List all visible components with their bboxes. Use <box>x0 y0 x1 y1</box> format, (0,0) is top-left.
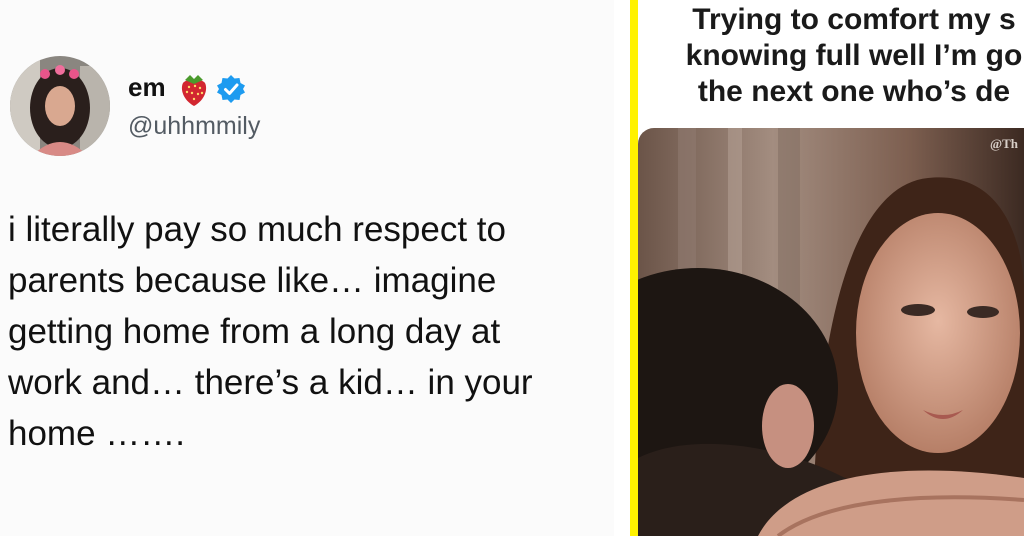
meme-watermark: @Th <box>990 136 1018 151</box>
meme-caption: Trying to comfort my s knowing full well… <box>685 3 1023 108</box>
strawberry-icon <box>178 70 210 108</box>
avatar[interactable] <box>10 56 110 156</box>
display-name[interactable]: em <box>128 72 166 103</box>
panel-divider <box>614 0 630 536</box>
user-handle[interactable]: @uhhmmily <box>128 112 260 141</box>
meme-panel: Trying to comfort my s knowing full well… <box>630 0 1024 536</box>
meme-photo: @Th <box>638 128 1024 536</box>
verified-badge-icon <box>216 74 246 104</box>
tweet-card: em @uhhmmily i literally pay so much res… <box>0 0 614 536</box>
tweet-text: i literally pay so much respect to paren… <box>8 210 533 453</box>
